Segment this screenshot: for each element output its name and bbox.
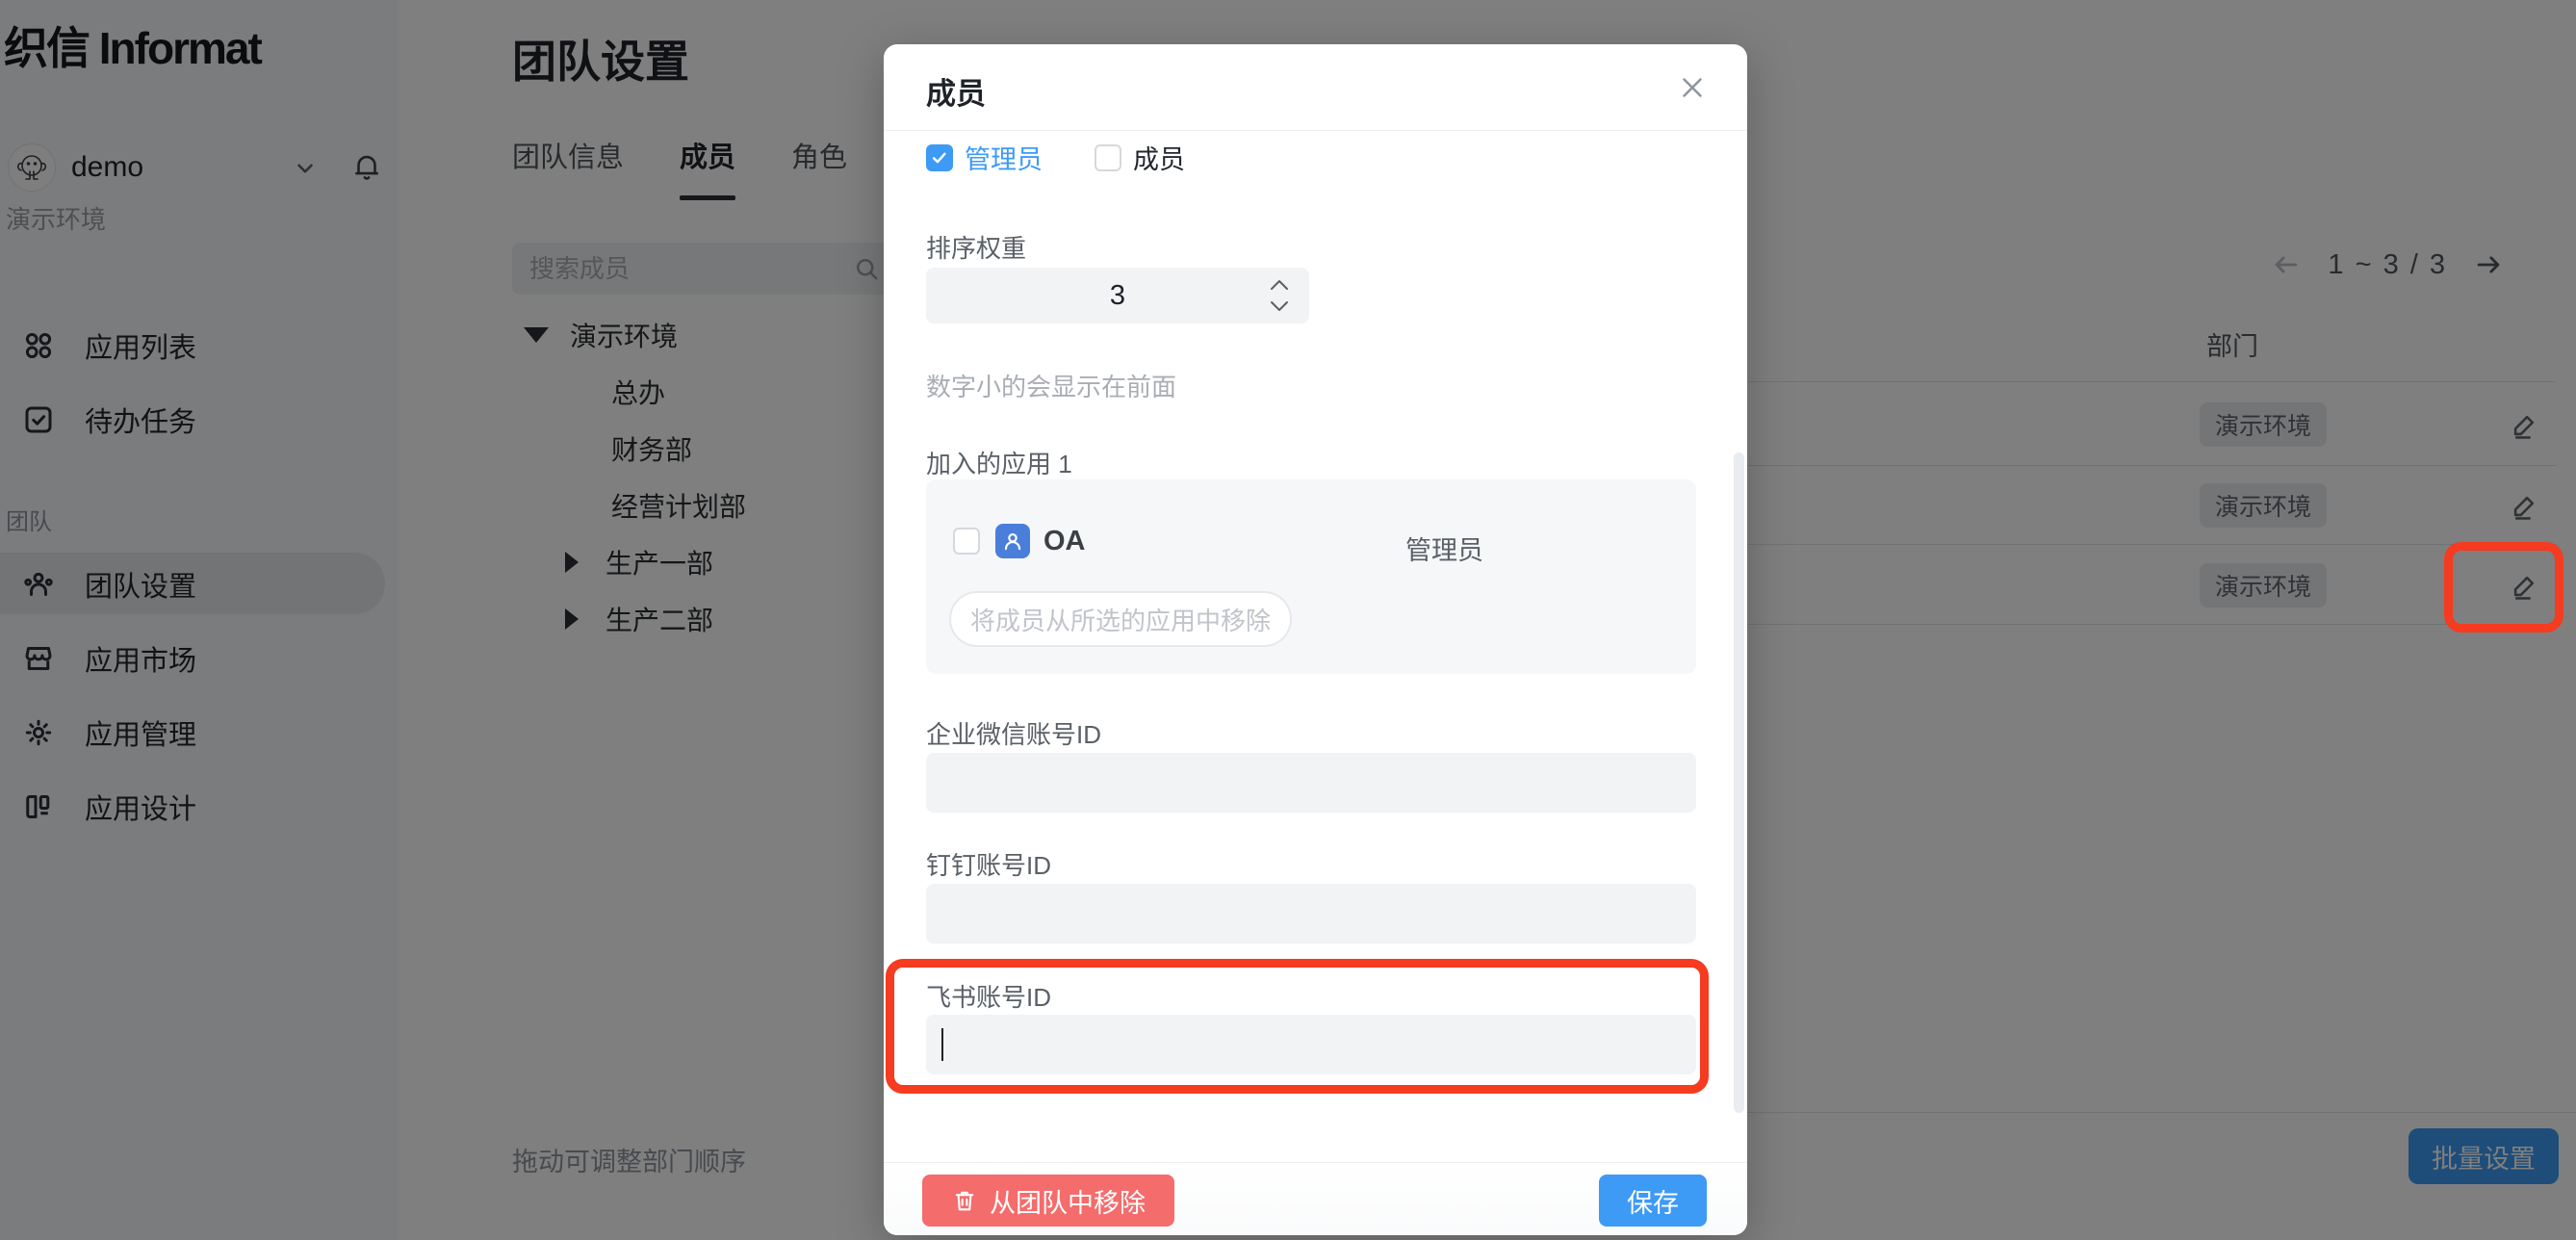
app-name: OA (1043, 526, 1086, 557)
member-modal: 成员 管理员 成员 排序权重 数字小的会显示在前面 加入的应用 1 (884, 44, 1747, 1235)
role-checkbox-group: 管理员 成员 (926, 139, 1185, 176)
wecom-id-field-wrap (926, 753, 1696, 813)
remove-from-apps-button[interactable]: 将成员从所选的应用中移除 (949, 591, 1292, 647)
text-caret (941, 1028, 943, 1061)
close-icon[interactable] (1676, 71, 1709, 104)
joined-apps-label: 加入的应用 1 (926, 445, 1072, 480)
dingtalk-id-label: 钉钉账号ID (926, 846, 1051, 882)
member-checkbox[interactable] (1095, 144, 1121, 171)
modal-footer: 从团队中移除 保存 (884, 1162, 1747, 1235)
wecom-id-input[interactable] (926, 753, 1696, 813)
sort-weight-stepper (926, 268, 1309, 323)
dingtalk-id-input[interactable] (926, 884, 1696, 943)
sort-weight-label: 排序权重 (926, 229, 1026, 265)
feishu-id-label: 飞书账号ID (926, 978, 1051, 1014)
wecom-id-label: 企业微信账号ID (926, 715, 1101, 751)
app-checkbox[interactable] (953, 528, 980, 555)
dingtalk-id-field-wrap (926, 884, 1696, 943)
trash-icon (951, 1187, 978, 1214)
modal-header: 成员 (884, 44, 1747, 131)
sort-weight-hint: 数字小的会显示在前面 (926, 368, 1176, 403)
screen: 织信 Informat d (0, 0, 2576, 1240)
stepper-buttons (1263, 268, 1296, 323)
stepper-down-icon[interactable] (1269, 299, 1290, 313)
app-row: OA (953, 524, 1086, 558)
save-button[interactable]: 保存 (1599, 1175, 1707, 1227)
stepper-up-icon[interactable] (1269, 278, 1290, 292)
modal-title: 成员 (926, 69, 986, 113)
member-checkbox-label[interactable]: 成员 (1133, 139, 1185, 176)
oa-app-icon (995, 524, 1030, 558)
sort-weight-input[interactable] (926, 268, 1309, 323)
remove-from-team-button[interactable]: 从团队中移除 (922, 1175, 1174, 1227)
admin-checkbox-label[interactable]: 管理员 (965, 139, 1043, 176)
joined-app-card: OA 管理员 将成员从所选的应用中移除 (926, 479, 1696, 674)
feishu-id-input[interactable] (926, 1015, 1696, 1074)
admin-checkbox[interactable] (926, 144, 953, 171)
modal-scrollbar[interactable] (1734, 452, 1744, 1113)
app-role: 管理员 (1405, 530, 1483, 567)
feishu-id-field-wrap (926, 1015, 1696, 1074)
